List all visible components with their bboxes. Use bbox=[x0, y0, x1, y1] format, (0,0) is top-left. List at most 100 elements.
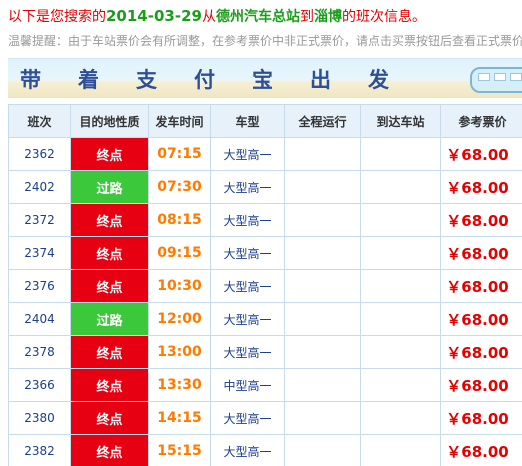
depart-time: 09:15 bbox=[148, 236, 211, 270]
from-word: 从 bbox=[201, 9, 216, 25]
duration-cell bbox=[284, 137, 361, 171]
banner-slogan: 带着支付宝出发 bbox=[20, 64, 426, 94]
depart-time: 08:15 bbox=[148, 203, 211, 237]
origin-station: 德州汽车总站 bbox=[215, 9, 300, 25]
destination-type-badge: 终点 bbox=[70, 335, 149, 369]
arrival-station-cell bbox=[360, 269, 441, 303]
bus-type: 大型高一 bbox=[210, 434, 285, 466]
ticket-price: ￥68.00 bbox=[440, 170, 522, 204]
to-word: 到 bbox=[299, 9, 314, 25]
bus-type: 大型高一 bbox=[210, 203, 285, 237]
schedule-table: 班次 目的地性质 发车时间 车型 全程运行 到达车站 参考票价 2362 终点 07:15 大型高… bbox=[8, 104, 522, 466]
table-row[interactable]: 2380 终点 14:15 大型高一 ￥68.00 bbox=[8, 401, 522, 435]
schedule-number-link[interactable]: 2374 bbox=[8, 236, 71, 270]
schedule-number-link[interactable]: 2366 bbox=[8, 368, 71, 402]
ticket-price: ￥68.00 bbox=[440, 335, 522, 369]
arrival-station-cell bbox=[360, 434, 441, 466]
header-bus-type: 车型 bbox=[210, 104, 285, 138]
ticket-price: ￥68.00 bbox=[440, 236, 522, 270]
table-row[interactable]: 2382 终点 15:15 大型高一 ￥68.00 bbox=[8, 434, 522, 466]
bus-type: 中型高一 bbox=[210, 368, 285, 402]
banner-char: 着 bbox=[78, 68, 99, 92]
destination-type-badge: 过路 bbox=[70, 302, 149, 336]
banner-char: 出 bbox=[310, 68, 331, 92]
destination-type-badge: 终点 bbox=[70, 401, 149, 435]
schedule-number-link[interactable]: 2380 bbox=[8, 401, 71, 435]
arrival-station-cell bbox=[360, 335, 441, 369]
schedule-number-link[interactable]: 2376 bbox=[8, 269, 71, 303]
destination-type-badge: 终点 bbox=[70, 269, 149, 303]
duration-cell bbox=[284, 434, 361, 466]
duration-cell bbox=[284, 368, 361, 402]
bus-type: 大型高一 bbox=[210, 302, 285, 336]
table-row[interactable]: 2378 终点 13:00 大型高一 ￥68.00 bbox=[8, 335, 522, 369]
ticket-price: ￥68.00 bbox=[440, 401, 522, 435]
ticket-price: ￥68.00 bbox=[440, 302, 522, 336]
bus-type: 大型高一 bbox=[210, 335, 285, 369]
header-duration: 全程运行 bbox=[284, 104, 361, 138]
arrival-station-cell bbox=[360, 302, 441, 336]
destination-station: 淄博 bbox=[313, 9, 342, 25]
schedule-number-link[interactable]: 2378 bbox=[8, 335, 71, 369]
banner-char: 宝 bbox=[252, 68, 273, 92]
header-destination-type: 目的地性质 bbox=[70, 104, 149, 138]
depart-time: 13:00 bbox=[148, 335, 211, 369]
schedule-number-link[interactable]: 2404 bbox=[8, 302, 71, 336]
table-row[interactable]: 2374 终点 09:15 大型高一 ￥68.00 bbox=[8, 236, 522, 270]
duration-cell bbox=[284, 170, 361, 204]
duration-cell bbox=[284, 302, 361, 336]
banner-char: 带 bbox=[20, 68, 41, 92]
table-row[interactable]: 2366 终点 13:30 中型高一 ￥68.00 bbox=[8, 368, 522, 402]
schedule-number-link[interactable]: 2372 bbox=[8, 203, 71, 237]
table-row[interactable]: 2372 终点 08:15 大型高一 ￥68.00 bbox=[8, 203, 522, 237]
header-price: 参考票价 bbox=[440, 104, 522, 138]
ticket-price: ￥68.00 bbox=[440, 269, 522, 303]
destination-type-badge: 过路 bbox=[70, 170, 149, 204]
summary-prefix: 以下是您搜索的 bbox=[8, 9, 106, 25]
schedule-number-link[interactable]: 2382 bbox=[8, 434, 71, 466]
depart-time: 07:30 bbox=[148, 170, 211, 204]
destination-type-badge: 终点 bbox=[70, 137, 149, 171]
depart-time: 14:15 bbox=[148, 401, 211, 435]
duration-cell bbox=[284, 203, 361, 237]
header-number: 班次 bbox=[8, 104, 71, 138]
summary-suffix: 的班次信息。 bbox=[341, 9, 426, 25]
price-notice: 温馨提醒：由于车站票价会有所调整，在参考票价中非正式票价，请点击买票按钮后查看正… bbox=[8, 34, 522, 48]
bus-type: 大型高一 bbox=[210, 137, 285, 171]
destination-type-badge: 终点 bbox=[70, 203, 149, 237]
ticket-price: ￥68.00 bbox=[440, 434, 522, 466]
search-summary: 以下是您搜索的2014-03-29从德州汽车总站到淄博的班次信息。 bbox=[8, 6, 426, 28]
duration-cell bbox=[284, 269, 361, 303]
table-row[interactable]: 2362 终点 07:15 大型高一 ￥68.00 bbox=[8, 137, 522, 171]
table-header-row: 班次 目的地性质 发车时间 车型 全程运行 到达车站 参考票价 bbox=[8, 104, 522, 138]
ticket-price: ￥68.00 bbox=[440, 137, 522, 171]
bus-type: 大型高一 bbox=[210, 236, 285, 270]
travel-date: 2014-03-29 bbox=[106, 7, 202, 25]
destination-type-badge: 终点 bbox=[70, 434, 149, 466]
bus-type: 大型高一 bbox=[210, 269, 285, 303]
table-row[interactable]: 2376 终点 10:30 大型高一 ￥68.00 bbox=[8, 269, 522, 303]
arrival-station-cell bbox=[360, 203, 441, 237]
duration-cell bbox=[284, 236, 361, 270]
table-row[interactable]: 2404 过路 12:00 大型高一 ￥68.00 bbox=[8, 302, 522, 336]
destination-type-badge: 终点 bbox=[70, 236, 149, 270]
banner-char: 发 bbox=[368, 68, 389, 92]
header-arrival-station: 到达车站 bbox=[360, 104, 441, 138]
duration-cell bbox=[284, 401, 361, 435]
bus-type: 大型高一 bbox=[210, 170, 285, 204]
schedule-number-link[interactable]: 2402 bbox=[8, 170, 71, 204]
ticket-price: ￥68.00 bbox=[440, 368, 522, 402]
schedule-number-link[interactable]: 2362 bbox=[8, 137, 71, 171]
table-row[interactable]: 2402 过路 07:30 大型高一 ￥68.00 bbox=[8, 170, 522, 204]
header-depart-time: 发车时间 bbox=[148, 104, 211, 138]
ticket-price: ￥68.00 bbox=[440, 203, 522, 237]
depart-time: 13:30 bbox=[148, 368, 211, 402]
arrival-station-cell bbox=[360, 401, 441, 435]
alipay-banner[interactable]: 带着支付宝出发 bbox=[8, 58, 522, 98]
bus-type: 大型高一 bbox=[210, 401, 285, 435]
arrival-station-cell bbox=[360, 236, 441, 270]
depart-time: 12:00 bbox=[148, 302, 211, 336]
banner-char: 支 bbox=[136, 68, 157, 92]
depart-time: 07:15 bbox=[148, 137, 211, 171]
arrival-station-cell bbox=[360, 137, 441, 171]
